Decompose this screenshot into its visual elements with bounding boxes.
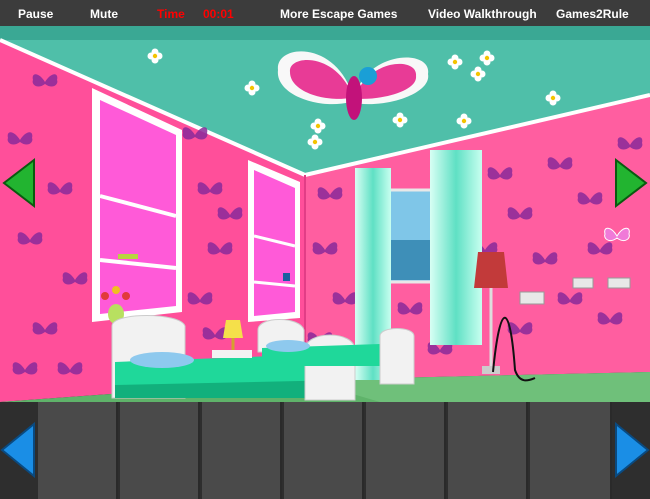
wall-shelf-right[interactable] — [248, 160, 300, 322]
power-socket[interactable] — [519, 291, 545, 305]
mute-button[interactable]: Mute — [90, 7, 118, 21]
timer-value: 00:01 — [203, 7, 234, 21]
game-scene — [0, 26, 650, 402]
inventory-slot-4[interactable] — [284, 402, 364, 499]
switch-panel-1[interactable] — [572, 277, 594, 289]
inventory-slot-7[interactable] — [530, 402, 612, 499]
inventory-bar — [0, 402, 650, 499]
top-menu-bar: Pause Mute Time 00:01 More Escape Games … — [0, 0, 650, 26]
switch-panel-2[interactable] — [607, 277, 631, 289]
pillow-back[interactable] — [266, 340, 310, 352]
blue-left-arrow-icon[interactable] — [0, 422, 36, 478]
curtain-right — [430, 150, 482, 345]
inventory-slot-6[interactable] — [448, 402, 528, 499]
inventory-slot-1[interactable] — [38, 402, 118, 499]
timer-label: Time — [157, 7, 185, 21]
video-walkthrough-link[interactable]: Video Walkthrough — [428, 7, 537, 21]
games2rule-link[interactable]: Games2Rule — [556, 7, 629, 21]
more-escape-games-link[interactable]: More Escape Games — [280, 7, 397, 21]
book-item[interactable] — [118, 254, 138, 259]
inventory-slot-5[interactable] — [366, 402, 446, 499]
nightstand[interactable] — [212, 350, 252, 358]
pillow-front[interactable] — [130, 352, 194, 368]
pause-button[interactable]: Pause — [18, 7, 53, 21]
blue-right-arrow-icon[interactable] — [614, 422, 650, 478]
inventory-slot-2[interactable] — [120, 402, 200, 499]
small-box-item[interactable] — [283, 273, 290, 281]
inventory-slot-3[interactable] — [202, 402, 282, 499]
